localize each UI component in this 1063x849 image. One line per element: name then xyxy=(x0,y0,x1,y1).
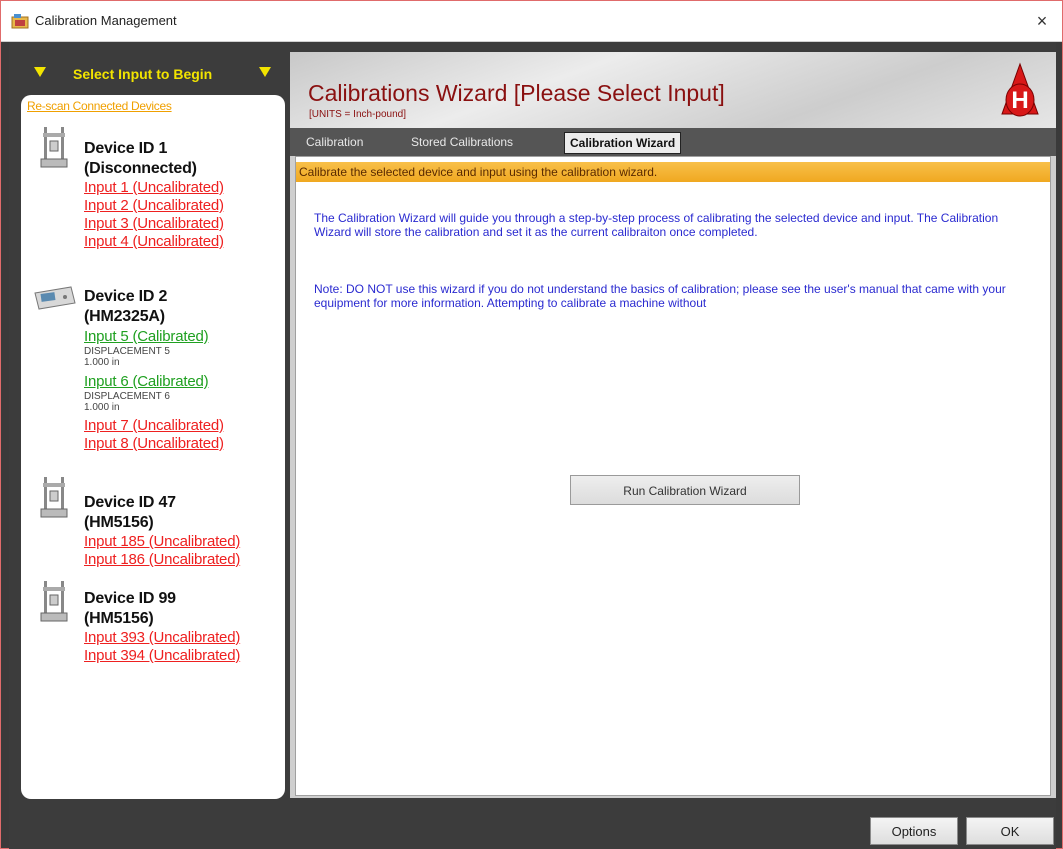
select-input-header: Select Input to Begin xyxy=(21,61,283,89)
units-label: [UNITS = Inch-pound] xyxy=(309,109,406,120)
device-name: Device ID 47 xyxy=(84,494,176,511)
input-link-393[interactable]: Input 393 (Uncalibrated) xyxy=(84,629,240,647)
brand-logo-icon: H xyxy=(1001,62,1039,117)
load-frame-icon xyxy=(40,477,68,518)
options-button[interactable]: Options xyxy=(870,817,958,845)
close-button[interactable]: × xyxy=(1028,7,1056,35)
run-calibration-wizard-button[interactable]: Run Calibration Wizard xyxy=(570,475,800,505)
intro-text: The Calibration Wizard will guide you th… xyxy=(314,211,999,239)
svg-text:H: H xyxy=(1011,87,1028,114)
device-model: (Disconnected) xyxy=(84,160,197,177)
input-link-5[interactable]: Input 5 (Calibrated) xyxy=(84,328,209,346)
title-bar[interactable]: Calibration Management × xyxy=(1,1,1062,42)
triangle-down-icon xyxy=(259,67,271,77)
input-5-detail: DISPLACEMENT 5 xyxy=(84,346,170,357)
input-link-1[interactable]: Input 1 (Uncalibrated) xyxy=(84,179,224,197)
app-icon xyxy=(11,14,29,29)
ok-button[interactable]: OK xyxy=(966,817,1054,845)
input-6-value: 1.000 in xyxy=(84,402,120,413)
device-model: (HM2325A) xyxy=(84,308,165,325)
input-link-3[interactable]: Input 3 (Uncalibrated) xyxy=(84,215,224,233)
input-link-8[interactable]: Input 8 (Uncalibrated) xyxy=(84,435,224,453)
wizard-content: Calibrate the selected device and input … xyxy=(295,156,1051,796)
tab-stored-calibrations[interactable]: Stored Calibrations xyxy=(411,135,513,149)
triangle-down-icon xyxy=(34,67,46,77)
note-text: Note: DO NOT use this wizard if you do n… xyxy=(314,282,1006,310)
input-5-value: 1.000 in xyxy=(84,357,120,368)
input-link-185[interactable]: Input 185 (Uncalibrated) xyxy=(84,533,240,551)
calibration-window: Calibration Management × Select Input to… xyxy=(0,0,1063,849)
input-link-2[interactable]: Input 2 (Uncalibrated) xyxy=(84,197,224,215)
rescan-devices-link[interactable]: Re-scan Connected Devices xyxy=(27,99,172,113)
input-link-6[interactable]: Input 6 (Calibrated) xyxy=(84,373,209,391)
input-6-detail: DISPLACEMENT 6 xyxy=(84,391,170,402)
device-model: (HM5156) xyxy=(84,610,154,627)
input-link-4[interactable]: Input 4 (Uncalibrated) xyxy=(84,233,224,251)
wizard-title: Calibrations Wizard [Please Select Input… xyxy=(308,80,725,106)
description-bar: Calibrate the selected device and input … xyxy=(296,162,1050,182)
device-model: (HM5156) xyxy=(84,514,154,531)
device-list-panel: Re-scan Connected Devices Device ID 1 (D… xyxy=(21,95,285,799)
input-link-394[interactable]: Input 394 (Uncalibrated) xyxy=(84,647,240,665)
tab-calibration-wizard[interactable]: Calibration Wizard xyxy=(564,132,682,154)
input-link-7[interactable]: Input 7 (Uncalibrated) xyxy=(84,417,224,435)
input-link-186[interactable]: Input 186 (Uncalibrated) xyxy=(84,551,240,569)
load-frame-icon xyxy=(40,581,68,622)
device-name: Device ID 1 xyxy=(84,140,168,157)
window-title: Calibration Management xyxy=(35,13,177,28)
device-name: Device ID 99 xyxy=(84,590,176,607)
tab-calibration[interactable]: Calibration xyxy=(306,135,363,149)
load-frame-icon xyxy=(40,127,68,168)
data-acquisition-icon xyxy=(34,286,76,310)
tab-bar: Calibration Stored Calibrations Calibrat… xyxy=(290,128,1056,156)
device-name: Device ID 2 xyxy=(84,288,168,305)
wizard-banner: Calibrations Wizard [Please Select Input… xyxy=(290,52,1056,128)
select-input-label: Select Input to Begin xyxy=(73,66,213,82)
wizard-panel: Calibrations Wizard [Please Select Input… xyxy=(290,52,1056,798)
